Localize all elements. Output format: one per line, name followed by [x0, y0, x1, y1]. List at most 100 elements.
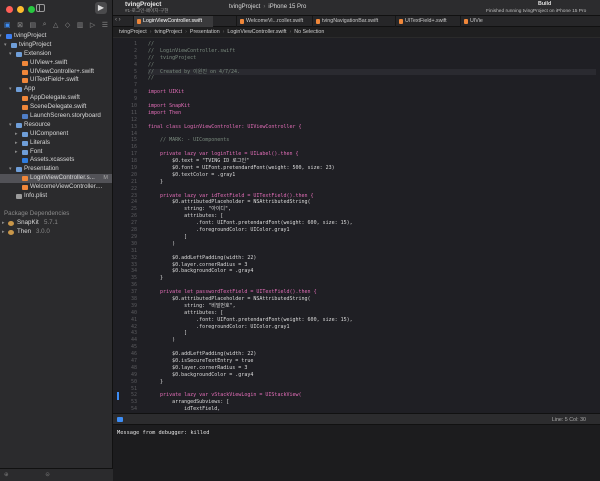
code-line[interactable]: // Created by 이원진 on 4/7/24.: [148, 68, 596, 76]
tab-uitextfield[interactable]: UITextField+.swift: [395, 16, 460, 27]
jump-item[interactable]: tvingProject: [119, 29, 147, 35]
line-number[interactable]: 23: [113, 193, 143, 200]
line-number[interactable]: 2: [113, 48, 143, 55]
navigator-row[interactable]: ▾ App: [0, 85, 112, 94]
navigator-row[interactable]: ▸ Literals: [0, 139, 112, 148]
code-line[interactable]: attributes: [: [148, 213, 596, 220]
code-line[interactable]: .font: UIFont.pretendardFont(weight: 600…: [148, 220, 596, 227]
line-number[interactable]: 10: [113, 103, 143, 110]
code-line[interactable]: $0.layer.cornerRadius = 3: [148, 365, 596, 372]
code-line[interactable]: string: "아이디",: [148, 206, 596, 213]
code-line[interactable]: $0.addLeftPadding(width: 22): [148, 255, 596, 262]
run-button[interactable]: ▶: [95, 2, 107, 14]
code-line[interactable]: [148, 131, 596, 138]
scheme-project[interactable]: tvingProject: [229, 4, 260, 10]
line-number[interactable]: 15: [113, 137, 143, 144]
navigator-row[interactable]: Info.plist: [0, 192, 112, 201]
line-number[interactable]: 26: [113, 213, 143, 220]
line-number[interactable]: 1: [113, 41, 143, 48]
navigator-row[interactable]: LoginViewController.s... M: [0, 174, 112, 184]
line-number[interactable]: 9: [113, 96, 143, 103]
code-line[interactable]: $0.addLeftPadding(width: 22): [148, 351, 596, 358]
line-number[interactable]: 22: [113, 186, 143, 193]
line-number[interactable]: 35: [113, 275, 143, 282]
line-number[interactable]: 45: [113, 344, 143, 351]
line-number[interactable]: 33: [113, 262, 143, 269]
code-line[interactable]: final class LoginViewController: UIViewC…: [148, 124, 596, 131]
code-line[interactable]: ): [148, 241, 596, 248]
line-number[interactable]: 53: [113, 399, 143, 406]
jump-item[interactable]: tvingProject: [154, 29, 182, 35]
navigator-row[interactable]: UIViewController+.swift: [0, 68, 112, 77]
navigator-row[interactable]: ▾ Resource: [0, 121, 112, 130]
navigator-row[interactable]: ▸ UIComponent: [0, 130, 112, 139]
code-line[interactable]: [148, 117, 596, 124]
line-number[interactable]: 32: [113, 255, 143, 262]
line-number[interactable]: 31: [113, 248, 143, 255]
warning-icon[interactable]: △: [53, 21, 58, 29]
code-line[interactable]: [148, 186, 596, 193]
code-line[interactable]: ]: [148, 234, 596, 241]
scheme-selector[interactable]: tvingProject › iPhone 15 Pro: [229, 4, 306, 10]
breakpoint-icon[interactable]: ▷: [90, 21, 95, 29]
code-line[interactable]: $0.textColor = .gray1: [148, 172, 596, 179]
code-line[interactable]: [148, 248, 596, 255]
line-number[interactable]: 36: [113, 282, 143, 289]
code-line[interactable]: [148, 82, 596, 89]
line-number[interactable]: 27: [113, 220, 143, 227]
line-number[interactable]: 8: [113, 89, 143, 96]
code-line[interactable]: private lazy var vStackViewLogin = UISta…: [148, 392, 596, 399]
chevron-down-icon[interactable]: ▾: [4, 41, 10, 50]
code-line[interactable]: idTextField,: [148, 406, 596, 413]
code-line[interactable]: $0.backgroundColor = .gray4: [148, 268, 596, 275]
code-area[interactable]: //// LoginViewController.swift// tvingPr…: [148, 41, 596, 413]
chevron-right-icon[interactable]: ▸: [15, 139, 21, 148]
line-number[interactable]: 47: [113, 358, 143, 365]
line-number[interactable]: 18: [113, 158, 143, 165]
code-line[interactable]: //: [148, 41, 596, 48]
code-line[interactable]: [148, 144, 596, 151]
line-number[interactable]: 21: [113, 179, 143, 186]
navigator-row[interactable]: UIView+.swift: [0, 59, 112, 68]
test-icon[interactable]: ◇: [65, 21, 70, 29]
code-line[interactable]: //: [148, 62, 596, 69]
chevron-right-icon[interactable]: ▸: [15, 148, 21, 157]
navigator-row[interactable]: ▾ tvingProject: [0, 32, 112, 41]
code-line[interactable]: [148, 96, 596, 103]
line-number[interactable]: 24: [113, 199, 143, 206]
line-number[interactable]: 39: [113, 303, 143, 310]
report-icon[interactable]: ☰: [102, 21, 108, 29]
line-number[interactable]: 3: [113, 55, 143, 62]
line-number[interactable]: 41: [113, 317, 143, 324]
line-number[interactable]: 54: [113, 406, 143, 413]
code-line[interactable]: }: [148, 179, 596, 186]
line-number[interactable]: 46: [113, 351, 143, 358]
close-window-button[interactable]: [6, 6, 13, 13]
symbol-icon[interactable]: ▤: [29, 21, 36, 29]
code-line[interactable]: $0.attributedPlaceholder = NSAttributedS…: [148, 296, 596, 303]
line-number[interactable]: 20: [113, 172, 143, 179]
minimize-window-button[interactable]: [17, 6, 24, 13]
package-row[interactable]: ▸ SnapKit 5.7.1: [0, 219, 112, 228]
code-line[interactable]: $0.backgroundColor = .gray4: [148, 372, 596, 379]
chevron-down-icon[interactable]: ▾: [9, 85, 15, 94]
line-number[interactable]: 6: [113, 75, 143, 82]
code-line[interactable]: arrangedSubviews: [: [148, 399, 596, 406]
navigator-row[interactable]: ▾ Presentation: [0, 165, 112, 174]
code-line[interactable]: $0.text = "TVING ID 로그인": [148, 158, 596, 165]
line-number[interactable]: 44: [113, 337, 143, 344]
code-line[interactable]: // LoginViewController.swift: [148, 48, 596, 55]
code-line[interactable]: private let passwordTextField = UITextFi…: [148, 289, 596, 296]
chevron-down-icon[interactable]: ▾: [9, 50, 15, 59]
code-line[interactable]: // tvingProject: [148, 55, 596, 62]
code-line[interactable]: .foregroundColor: UIColor.gray1: [148, 227, 596, 234]
jump-item[interactable]: No Selection: [294, 29, 324, 35]
code-line[interactable]: }: [148, 275, 596, 282]
code-line[interactable]: import UIKit: [148, 89, 596, 96]
code-line[interactable]: .font: UIFont.pretendardFont(weight: 600…: [148, 317, 596, 324]
code-line[interactable]: $0.isSecureTextEntry = true: [148, 358, 596, 365]
jump-item[interactable]: Presentation: [190, 29, 220, 35]
package-row[interactable]: ▸ Then 3.0.0: [0, 228, 112, 237]
navigator-row[interactable]: AppDelegate.swift: [0, 94, 112, 103]
code-line[interactable]: attributes: [: [148, 310, 596, 317]
